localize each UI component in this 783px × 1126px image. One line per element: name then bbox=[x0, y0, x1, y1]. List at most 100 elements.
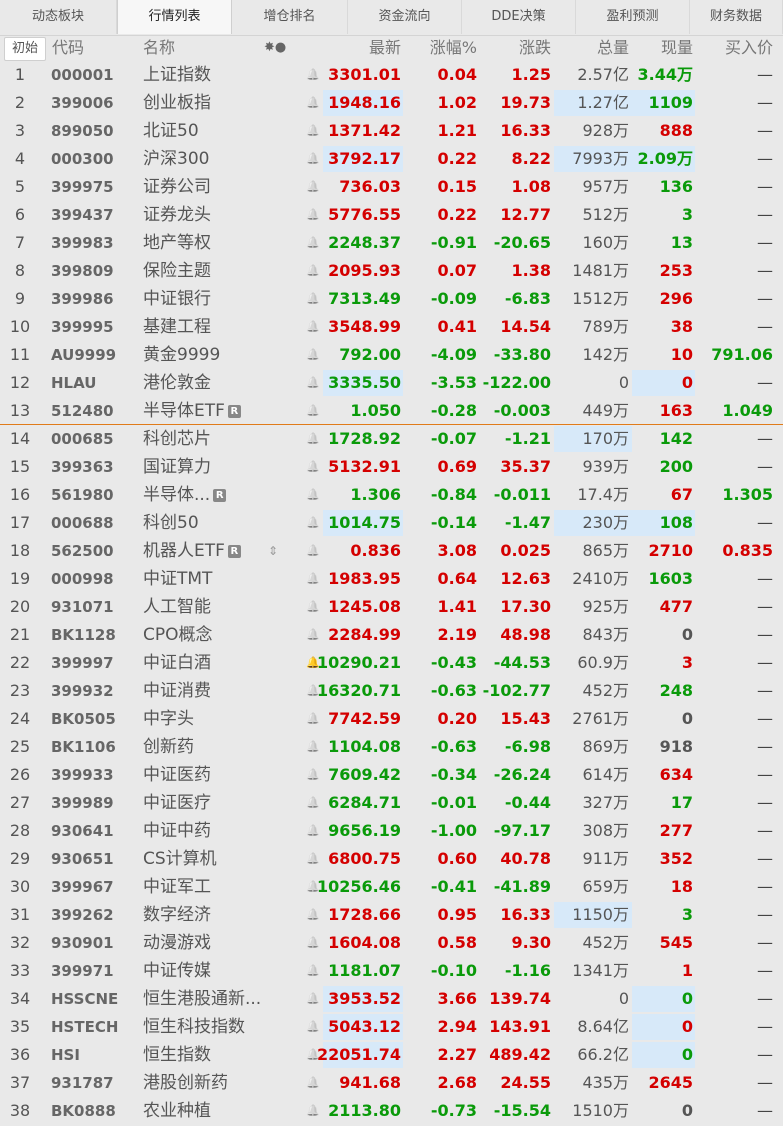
table-row[interactable]: 34 HSSCNE 恒生港股通新... 🔔 3953.52 3.66 139.74 0 0 — bbox=[0, 985, 783, 1013]
bell-icon[interactable]: 🔔 bbox=[306, 789, 320, 817]
table-row[interactable]: 23 399932 中证消费 🔔 16320.71 -0.63 -102.77 452万 248… bbox=[0, 677, 783, 705]
col-last[interactable]: 最新 bbox=[369, 35, 401, 61]
bell-icon[interactable]: 🔔 bbox=[306, 453, 320, 481]
table-row[interactable]: 35 HSTECH 恒生科技指数 🔔 5043.12 2.94 143.91 8.64亿 0 — bbox=[0, 1013, 783, 1041]
bell-icon[interactable]: 🔔 bbox=[306, 313, 320, 341]
tab-6[interactable]: 财务数据 bbox=[690, 0, 783, 34]
col-now[interactable]: 现量 bbox=[661, 35, 693, 61]
table-row[interactable]: 27 399989 中证医疗 🔔 6284.71 -0.01 -0.44 327万 17 — bbox=[0, 789, 783, 817]
table-row[interactable]: 12 HLAU 港伦敦金 🔔 3335.50 -3.53 -122.00 0 0 — bbox=[0, 369, 783, 397]
bell-icon[interactable]: 🔔 bbox=[306, 61, 320, 89]
table-row[interactable]: 21 BK1128 CPO概念 🔔 2284.99 2.19 48.98 843万 0 — bbox=[0, 621, 783, 649]
bell-icon[interactable]: 🔔 bbox=[306, 957, 320, 985]
table-row[interactable]: 36 HSI 恒生指数 🔔 22051.74 2.27 489.42 66.2亿 0— bbox=[0, 1041, 783, 1069]
bell-icon[interactable]: 🔔 bbox=[306, 1097, 320, 1125]
tab-0[interactable]: 动态板块 bbox=[0, 0, 117, 34]
last-price: 3792.17 bbox=[328, 149, 401, 168]
bell-icon[interactable]: 🔔 bbox=[306, 201, 320, 229]
table-row[interactable]: 18 562500 机器人ETF R ⇕ 🔔 0.836 3.08 0.025 865万 2710 0… bbox=[0, 537, 783, 565]
row-index: 14 bbox=[9, 429, 31, 448]
bell-icon[interactable]: 🔔 bbox=[306, 285, 320, 313]
bell-icon[interactable]: 🔔 bbox=[306, 901, 320, 929]
bell-icon[interactable]: 🔔 bbox=[306, 537, 320, 565]
bell-icon[interactable]: 🔔 bbox=[306, 509, 320, 537]
table-row[interactable]: 13 512480 半导体ETF R 🔔 1.050 -0.28 -0.003 449万 163 1… bbox=[0, 397, 783, 425]
table-row[interactable]: 37 931787 港股创新药 🔔 941.68 2.68 24.55 435万 2645 — bbox=[0, 1069, 783, 1097]
bell-icon[interactable]: 🔔 bbox=[306, 173, 320, 201]
tab-3[interactable]: 资金流向 bbox=[348, 0, 462, 34]
bell-icon[interactable]: 🔔 bbox=[306, 425, 320, 453]
bell-icon[interactable]: 🔔 bbox=[306, 985, 320, 1013]
table-row[interactable]: 14 000685 科创芯片 🔔 1728.92 -0.07 -1.21 170万 142 — bbox=[0, 425, 783, 453]
tab-2[interactable]: 增仓排名 bbox=[232, 0, 348, 34]
bell-icon[interactable]: 🔔 bbox=[306, 397, 320, 425]
tab-1[interactable]: 行情列表 bbox=[117, 0, 232, 34]
bell-icon[interactable]: 🔔 bbox=[306, 761, 320, 789]
change-amount: -1.21 bbox=[504, 429, 551, 448]
change-amount: 35.37 bbox=[500, 457, 551, 476]
col-pct[interactable]: 涨幅% bbox=[430, 35, 477, 61]
table-row[interactable]: 7 399983 地产等权 🔔 2248.37 -0.91 -20.65 160万 13 — bbox=[0, 229, 783, 257]
table-row[interactable]: 22 399997 中证白酒 🔔 10290.21 -0.43 -44.53 60.9万 3— bbox=[0, 649, 783, 677]
table-row[interactable]: 5 399975 证券公司 🔔 736.03 0.15 1.08 957万 136 — bbox=[0, 173, 783, 201]
table-row[interactable]: 1 000001 上证指数 🔔 3301.01 0.04 1.25 2.57亿 3.44万 — bbox=[0, 61, 783, 89]
table-row[interactable]: 29 930651 CS计算机 🔔 6800.75 0.60 40.78 911万 352 — bbox=[0, 845, 783, 873]
table-row[interactable]: 10 399995 基建工程 🔔 3548.99 0.41 14.54 789万 38 — bbox=[0, 313, 783, 341]
table-row[interactable]: 3 899050 北证50 🔔 1371.42 1.21 16.33 928万 888 — bbox=[0, 117, 783, 145]
bell-icon[interactable]: 🔔 bbox=[306, 89, 320, 117]
row-index: 35 bbox=[9, 1017, 31, 1036]
bell-icon[interactable]: 🔔 bbox=[306, 117, 320, 145]
table-row[interactable]: 33 399971 中证传媒 🔔 1181.07 -0.10 -1.16 1341万 1 — bbox=[0, 957, 783, 985]
col-bid[interactable]: 买入价 bbox=[725, 35, 773, 61]
table-row[interactable]: 31 399262 数字经济 🔔 1728.66 0.95 16.33 1150万 3 — bbox=[0, 901, 783, 929]
table-row[interactable]: 20 931071 人工智能 🔔 1245.08 1.41 17.30 925万 477 — bbox=[0, 593, 783, 621]
table-row[interactable]: 28 930641 中证中药 🔔 9656.19 -1.00 -97.17 308万 277 — bbox=[0, 817, 783, 845]
col-code[interactable]: 代码 bbox=[52, 35, 84, 61]
bell-icon[interactable]: 🔔 bbox=[306, 565, 320, 593]
bell-icon[interactable]: 🔔 bbox=[306, 733, 320, 761]
bell-icon[interactable]: 🔔 bbox=[306, 257, 320, 285]
table-row[interactable]: 11 AU9999 黄金9999 🔔 792.00 -4.09 -33.80 142万 10 79… bbox=[0, 341, 783, 369]
current-volume: 0 bbox=[681, 373, 693, 392]
stock-code: 399932 bbox=[51, 682, 114, 700]
bell-icon[interactable]: 🔔 bbox=[306, 481, 320, 509]
bell-icon[interactable]: 🔔 bbox=[306, 845, 320, 873]
tab-5[interactable]: 盈利预测 bbox=[576, 0, 690, 34]
table-row[interactable]: 9 399986 中证银行 🔔 7313.49 -0.09 -6.83 1512万 296 — bbox=[0, 285, 783, 313]
table-row[interactable]: 2 399006 创业板指 🔔 1948.16 1.02 19.73 1.27亿 1109 — bbox=[0, 89, 783, 117]
bell-icon[interactable]: 🔔 bbox=[306, 817, 320, 845]
stock-name: 中证白酒 bbox=[143, 649, 211, 677]
bell-icon[interactable]: 🔔 bbox=[306, 705, 320, 733]
col-name[interactable]: 名称 bbox=[143, 35, 175, 61]
bell-icon[interactable]: 🔔 bbox=[306, 593, 320, 621]
table-row[interactable]: 32 930901 动漫游戏 🔔 1604.08 0.58 9.30 452万 545 — bbox=[0, 929, 783, 957]
bell-icon[interactable]: 🔔 bbox=[306, 369, 320, 397]
reset-order-button[interactable]: 初始 bbox=[4, 37, 46, 61]
stock-code: 399967 bbox=[51, 878, 114, 896]
table-row[interactable]: 19 000998 中证TMT 🔔 1983.95 0.64 12.63 2410万 1603 — bbox=[0, 565, 783, 593]
table-row[interactable]: 17 000688 科创50 🔔 1014.75 -0.14 -1.47 230万 108 — bbox=[0, 509, 783, 537]
table-row[interactable]: 8 399809 保险主题 🔔 2095.93 0.07 1.38 1481万 253 — bbox=[0, 257, 783, 285]
tab-4[interactable]: DDE决策 bbox=[462, 0, 576, 34]
bell-icon[interactable]: 🔔 bbox=[306, 1013, 320, 1041]
table-row[interactable]: 15 399363 国证算力 🔔 5132.91 0.69 35.37 939万 200 — bbox=[0, 453, 783, 481]
stock-code: 562500 bbox=[51, 542, 114, 560]
table-row[interactable]: 30 399967 中证军工 🔔 10256.46 -0.41 -41.89 659万 18— bbox=[0, 873, 783, 901]
table-row[interactable]: 4 000300 沪深300 🔔 3792.17 0.22 8.22 7993万 2.09万 — bbox=[0, 145, 783, 173]
bell-icon[interactable]: 🔔 bbox=[306, 929, 320, 957]
table-row[interactable]: 16 561980 半导体... R 🔔 1.306 -0.84 -0.011 17.4万 67 1… bbox=[0, 481, 783, 509]
col-chg[interactable]: 涨跌 bbox=[519, 35, 551, 61]
col-settings-icon[interactable]: ✸● bbox=[264, 35, 286, 61]
bell-icon[interactable]: 🔔 bbox=[306, 341, 320, 369]
bell-icon[interactable]: 🔔 bbox=[306, 1069, 320, 1097]
table-row[interactable]: 25 BK1106 创新药 🔔 1104.08 -0.63 -6.98 869万 918 — bbox=[0, 733, 783, 761]
col-vol[interactable]: 总量 bbox=[597, 35, 629, 61]
table-row[interactable]: 26 399933 中证医药 🔔 7609.42 -0.34 -26.24 614万 634 — bbox=[0, 761, 783, 789]
bell-icon[interactable]: 🔔 bbox=[306, 145, 320, 173]
table-row[interactable]: 38 BK0888 农业种植 🔔 2113.80 -0.73 -15.54 1510万 0 — bbox=[0, 1097, 783, 1125]
bell-icon[interactable]: 🔔 bbox=[306, 229, 320, 257]
table-row[interactable]: 24 BK0505 中字头 🔔 7742.59 0.20 15.43 2761万 0 — bbox=[0, 705, 783, 733]
table-row[interactable]: 6 399437 证券龙头 🔔 5776.55 0.22 12.77 512万 3 — bbox=[0, 201, 783, 229]
bell-icon[interactable]: 🔔 bbox=[306, 621, 320, 649]
change-amount: 143.91 bbox=[489, 1017, 551, 1036]
